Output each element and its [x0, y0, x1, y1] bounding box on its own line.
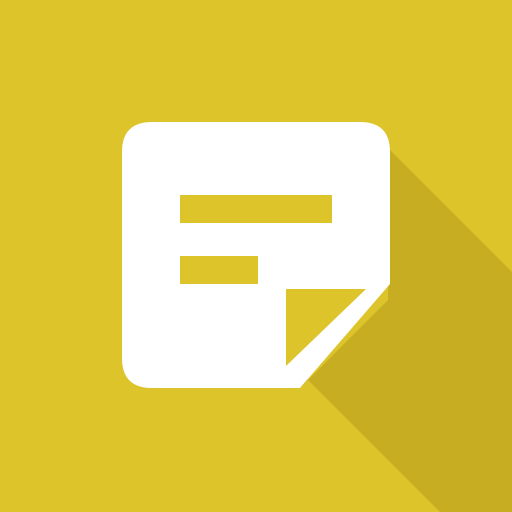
sticky-note-icon [0, 0, 512, 512]
note-line-long [180, 195, 332, 223]
app-icon-canvas [0, 0, 512, 512]
note-line-short [180, 256, 258, 284]
